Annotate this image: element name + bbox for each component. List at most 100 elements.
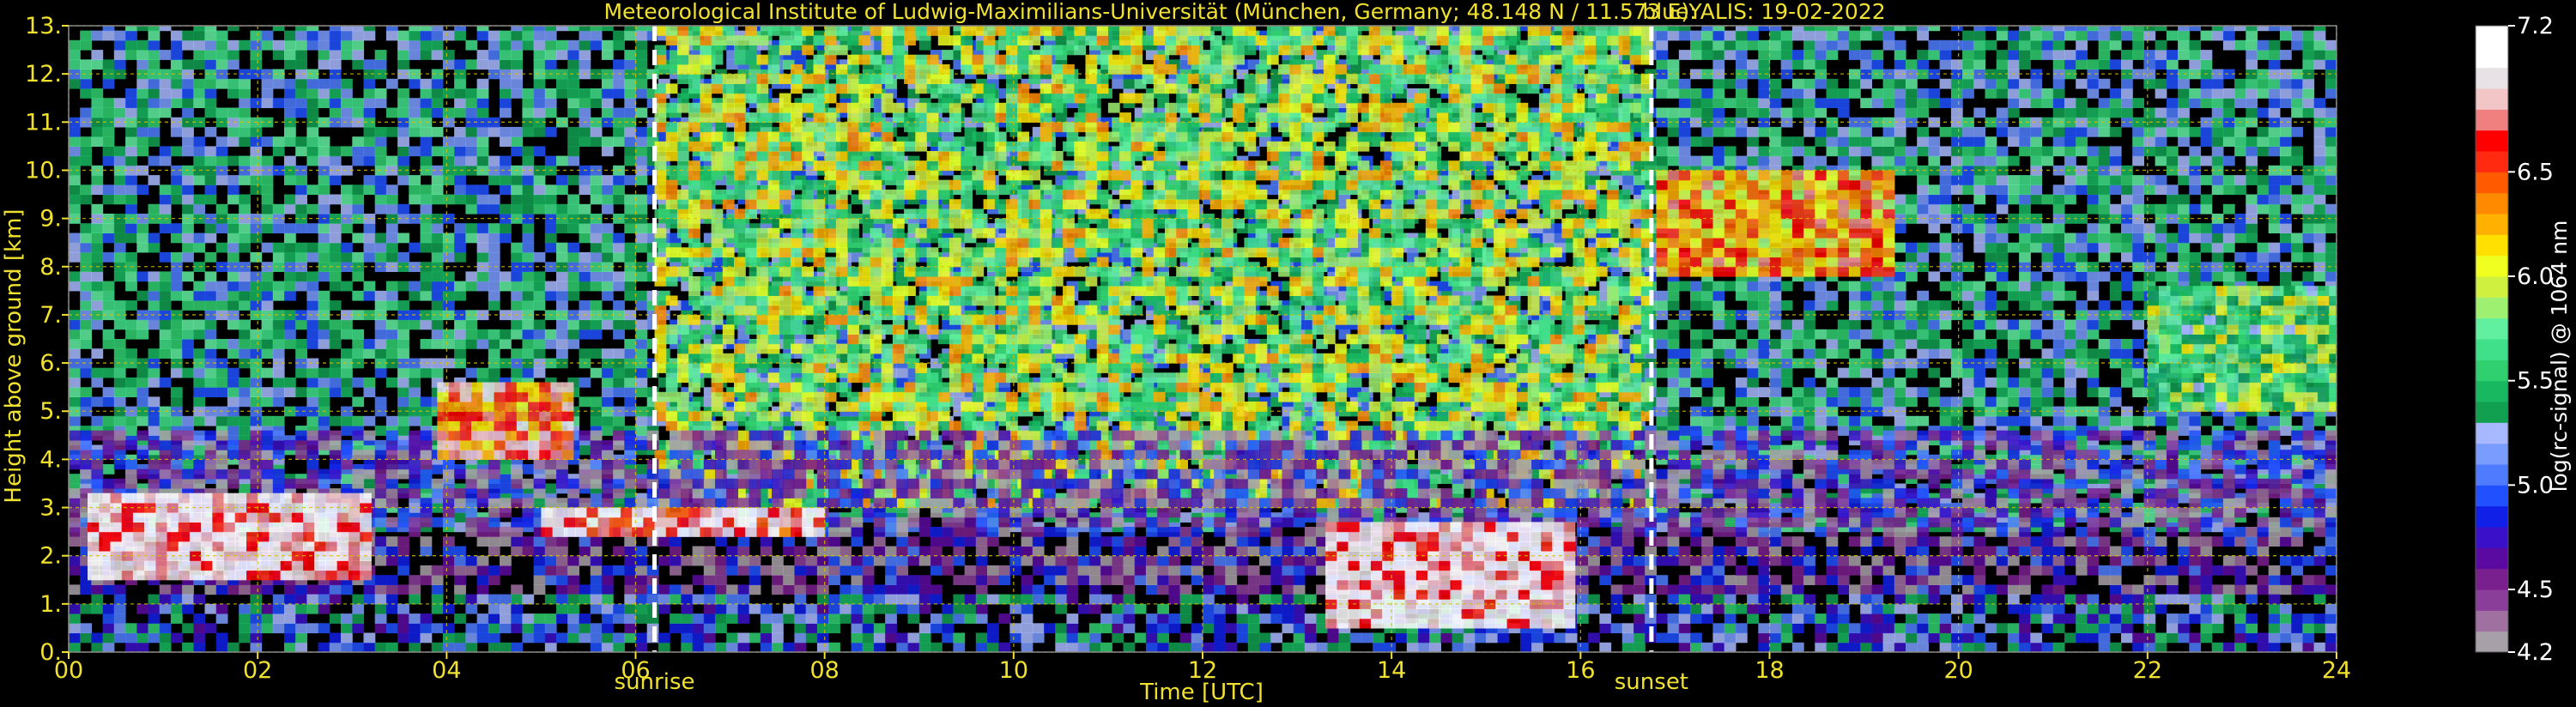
- heat-cell: [295, 367, 307, 378]
- heat-cell: [306, 146, 319, 157]
- heat-cell: [454, 522, 466, 533]
- heat-cell: [544, 281, 557, 292]
- heat-cell: [635, 377, 648, 388]
- heat-cell: [193, 329, 206, 340]
- heat-cell: [250, 175, 263, 185]
- heat-cell: [374, 251, 387, 263]
- heat-cell: [91, 88, 104, 99]
- heat-cell: [204, 59, 217, 70]
- heat-cell: [125, 387, 137, 397]
- heat-cell: [613, 329, 625, 340]
- heat-cell: [204, 367, 217, 378]
- heat-cell: [533, 126, 546, 137]
- heat-cell: [170, 88, 183, 99]
- heat-cell: [431, 290, 444, 301]
- heat-cell: [113, 377, 126, 388]
- heat-cell: [431, 233, 444, 244]
- heat-cell: [69, 50, 81, 60]
- heat-cell: [476, 184, 489, 196]
- heat-cell: [239, 377, 251, 388]
- heat-cell: [148, 290, 161, 301]
- heat-cell: [409, 281, 421, 292]
- heat-cell: [148, 88, 161, 99]
- heat-cell: [227, 184, 239, 196]
- heat-cell: [193, 78, 206, 89]
- heat-cell: [102, 281, 115, 292]
- heat-cell: [318, 78, 330, 89]
- heat-cell: [635, 464, 648, 474]
- heat-cell: [374, 290, 387, 301]
- heat-cell: [215, 146, 228, 157]
- heat-cell: [488, 329, 500, 340]
- heat-cell: [590, 126, 603, 137]
- heat-cell: [624, 387, 637, 397]
- heat-cell: [613, 367, 625, 378]
- heat-cell: [215, 281, 228, 292]
- heat-cell: [125, 300, 137, 311]
- heat-cell: [80, 194, 92, 205]
- heat-cell: [635, 175, 648, 185]
- heat-cell: [579, 136, 591, 147]
- heat-cell: [193, 175, 206, 185]
- heat-cell: [601, 396, 614, 408]
- heat-cell: [522, 223, 535, 233]
- heat-cell: [500, 30, 512, 41]
- heat-cell: [476, 126, 489, 137]
- heat-cell: [624, 98, 637, 108]
- heat-cell: [239, 415, 251, 426]
- heat-cell: [624, 367, 637, 378]
- heat-cell: [113, 319, 126, 330]
- heat-cell: [579, 39, 591, 51]
- heat-cell: [69, 155, 81, 166]
- heat-cell: [284, 290, 296, 301]
- heat-cell: [341, 367, 353, 378]
- heat-cell: [567, 155, 579, 166]
- heat-cell: [624, 290, 637, 301]
- heat-cell: [80, 319, 92, 330]
- heat-cell: [409, 146, 421, 157]
- heat-cell: [182, 146, 194, 157]
- heat-cell: [431, 251, 444, 263]
- heat-cell: [942, 50, 954, 60]
- heat-cell: [113, 348, 126, 359]
- heat-cell: [431, 300, 444, 311]
- heat-cell: [1418, 512, 1430, 523]
- heat-cell: [635, 78, 648, 89]
- heat-cell: [431, 223, 444, 233]
- heat-cell: [476, 136, 489, 147]
- heat-cell: [590, 415, 603, 426]
- heat-cell: [522, 290, 535, 301]
- heat-cell: [409, 387, 421, 397]
- heat-cell: [374, 98, 387, 108]
- heat-cell: [454, 30, 466, 41]
- heat-cell: [284, 59, 296, 70]
- heat-cell: [215, 290, 228, 301]
- heat-cell: [556, 300, 568, 311]
- heat-cell: [102, 146, 115, 157]
- heat-cell: [284, 339, 296, 349]
- heat-cell: [170, 387, 183, 397]
- heat-cell: [239, 483, 251, 494]
- heat-cell: [374, 155, 387, 166]
- heat-cell: [511, 242, 523, 253]
- heat-cell: [431, 339, 444, 349]
- heat-cell: [80, 136, 92, 147]
- heat-cell: [363, 415, 376, 426]
- heat-cell: [261, 387, 274, 397]
- heat-cell: [511, 290, 523, 301]
- heat-cell: [522, 242, 535, 253]
- heat-cell: [295, 88, 307, 99]
- heat-cell: [500, 339, 512, 349]
- heat-cell: [431, 242, 444, 253]
- heat-cell: [113, 50, 126, 60]
- heat-cell: [239, 203, 251, 215]
- heat-cell: [601, 281, 614, 292]
- heat-cell: [306, 367, 319, 378]
- heat-cell: [488, 30, 500, 41]
- heat-cell: [341, 78, 353, 89]
- heat-cell: [284, 387, 296, 397]
- heat-cell: [227, 251, 239, 263]
- heat-cell: [613, 39, 625, 51]
- heat-cell: [148, 203, 161, 215]
- heat-cell: [318, 175, 330, 185]
